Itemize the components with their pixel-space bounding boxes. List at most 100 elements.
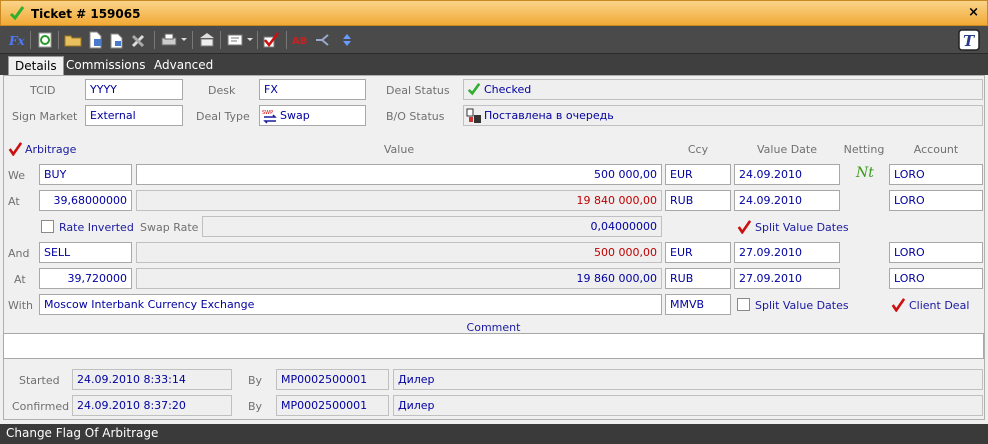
leg1-rate-field[interactable]: 39,68000000 xyxy=(39,190,132,211)
leg2-value-date-field[interactable]: 27.09.2010 xyxy=(734,242,840,263)
copy-document-icon[interactable] xyxy=(108,31,126,49)
ccy-column-header: Ccy xyxy=(687,143,709,156)
client-deal-toggle[interactable]: Client Deal xyxy=(909,299,969,312)
tab-advanced[interactable]: Advanced xyxy=(148,56,219,75)
arbitrage-check-icon[interactable] xyxy=(8,142,22,156)
sort-arrows-icon[interactable] xyxy=(338,31,356,49)
open-folder-icon[interactable] xyxy=(64,31,82,49)
leg2-counter-account-field[interactable]: LORO xyxy=(889,268,983,289)
window-title: Ticket # 159065 xyxy=(31,7,141,21)
started-by-field: MP0002500001 xyxy=(276,369,389,390)
value-date-column-header: Value Date xyxy=(757,143,817,156)
desk-field[interactable]: FX xyxy=(259,79,366,100)
desk-label: Desk xyxy=(208,84,236,97)
split-value-dates-toggle[interactable]: Split Value Dates xyxy=(755,221,849,234)
account-column-header: Account xyxy=(913,143,959,156)
client-deal-check-icon[interactable] xyxy=(891,298,905,312)
and-label: And xyxy=(8,247,30,260)
value-column-header: Value xyxy=(383,143,415,156)
fx-icon[interactable]: Fx xyxy=(8,31,26,49)
arbitrage-toggle[interactable]: Arbitrage xyxy=(25,143,76,156)
split-value-dates-checkbox[interactable] xyxy=(737,298,750,311)
leg2-ccy-field[interactable]: EUR xyxy=(665,242,731,263)
tools-icon[interactable] xyxy=(130,31,148,49)
netting-column-header: Netting xyxy=(843,143,885,156)
counterparty-code-field[interactable]: MMVB xyxy=(665,294,731,315)
leg2-counter-amount-field: 19 860 000,00 xyxy=(136,268,662,289)
confirmed-role-field: Дилер xyxy=(393,395,983,416)
bo-status-field: Поставлена в очередь xyxy=(463,105,983,126)
close-icon[interactable]: × xyxy=(968,5,979,20)
leg1-counter-date-field[interactable]: 24.09.2010 xyxy=(734,190,840,211)
rate-inverted-label[interactable]: Rate Inverted xyxy=(59,221,134,234)
leg1-amount-field[interactable]: 500 000,00 xyxy=(136,164,662,185)
terminal-logo-icon[interactable]: T xyxy=(958,29,980,51)
arbitrage-flag-icon[interactable]: AB xyxy=(292,31,310,49)
bo-status-value: Поставлена в очередь xyxy=(484,109,614,122)
leg2-counter-date-field[interactable]: 27.09.2010 xyxy=(734,268,840,289)
leg1-counter-amount-field: 19 840 000,00 xyxy=(136,190,662,211)
swap-rate-label: Swap Rate xyxy=(140,221,199,234)
netting-indicator[interactable]: Nt xyxy=(856,165,874,181)
edit-list-icon[interactable] xyxy=(226,31,244,49)
checkmark-icon xyxy=(9,6,25,21)
swap-rate-field: 0,04000000 xyxy=(202,216,662,237)
deal-type-field[interactable]: SWP Swap xyxy=(259,105,366,126)
confirmed-label: Confirmed xyxy=(12,400,70,413)
title-bar: Ticket # 159065 × xyxy=(0,0,988,26)
confirmed-by-field: MP0002500001 xyxy=(276,395,389,416)
leg2-direction-field[interactable]: SELL xyxy=(39,242,132,263)
bank-icon[interactable] xyxy=(198,31,216,49)
leg1-counter-ccy-field[interactable]: RUB xyxy=(665,190,731,211)
deal-status-value: Checked xyxy=(484,83,532,96)
tab-bar: Details Commissions Advanced xyxy=(0,54,988,75)
leg2-account-field[interactable]: LORO xyxy=(889,242,983,263)
svg-text:SWP: SWP xyxy=(262,110,273,116)
bo-status-label: B/O Status xyxy=(386,110,445,123)
refresh-icon[interactable] xyxy=(36,31,54,49)
tab-details[interactable]: Details xyxy=(8,56,64,75)
with-label: With xyxy=(8,299,33,312)
tcid-label: TCID xyxy=(30,84,56,97)
approve-check-icon[interactable] xyxy=(262,31,280,49)
sign-market-label: Sign Market xyxy=(12,110,78,123)
document-icon[interactable] xyxy=(86,31,104,49)
rate-inverted-checkbox[interactable] xyxy=(41,220,54,233)
deal-status-label: Deal Status xyxy=(386,84,450,97)
split-icon[interactable] xyxy=(314,31,332,49)
leg1-account-field[interactable]: LORO xyxy=(889,164,983,185)
toolbar: Fx AB T xyxy=(0,26,988,54)
counterparty-field[interactable]: Moscow Interbank Currency Exchange xyxy=(39,294,662,315)
leg2-counter-ccy-field[interactable]: RUB xyxy=(665,268,731,289)
checkmark-icon xyxy=(467,82,481,96)
queue-icon xyxy=(466,108,481,123)
sign-market-field[interactable]: External xyxy=(85,105,183,126)
started-time-field: 24.09.2010 8:33:14 xyxy=(72,369,232,390)
leg1-direction-field[interactable]: BUY xyxy=(39,164,132,185)
we-label: We xyxy=(8,169,25,182)
leg2-amount-field: 500 000,00 xyxy=(136,242,662,263)
leg1-ccy-field[interactable]: EUR xyxy=(665,164,731,185)
started-label: Started xyxy=(19,374,60,387)
split-dates-check-icon[interactable] xyxy=(737,220,751,234)
tab-commissions[interactable]: Commissions xyxy=(60,56,151,75)
started-role-field: Дилер xyxy=(393,369,983,390)
tcid-field[interactable]: YYYY xyxy=(85,79,183,100)
leg2-rate-field[interactable]: 39,720000 xyxy=(39,268,132,289)
confirmed-time-field: 24.09.2010 8:37:20 xyxy=(72,395,232,416)
svg-text:T: T xyxy=(963,32,976,50)
status-bar: Change Flag Of Arbitrage xyxy=(0,424,988,444)
leg1-at-label: At xyxy=(8,195,20,208)
comment-input[interactable] xyxy=(3,333,984,359)
leg2-at-label: At xyxy=(14,273,26,286)
started-by-label: By xyxy=(248,374,263,387)
split-value-dates-label[interactable]: Split Value Dates xyxy=(755,299,849,312)
deal-type-label: Deal Type xyxy=(196,110,250,123)
leg1-value-date-field[interactable]: 24.09.2010 xyxy=(734,164,840,185)
leg1-counter-account-field[interactable]: LORO xyxy=(889,190,983,211)
confirmed-by-label: By xyxy=(248,400,263,413)
svg-text:AB: AB xyxy=(292,36,307,47)
swap-icon: SWP xyxy=(262,110,277,124)
svg-text:Fx: Fx xyxy=(8,34,26,48)
print-icon[interactable] xyxy=(160,31,178,49)
